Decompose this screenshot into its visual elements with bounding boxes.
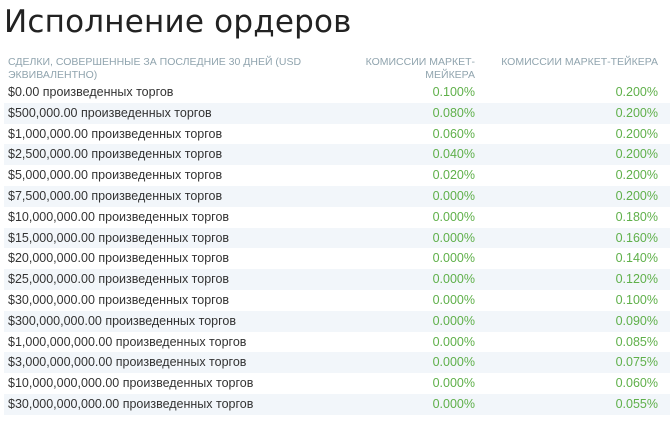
taker-fee-cell: 0.055%: [615, 396, 658, 411]
table-row: $300,000,000.00 произведенных торгов 0.0…: [4, 310, 670, 332]
taker-fee-cell: 0.160%: [615, 230, 658, 245]
volume-cell: $0.00 произведенных торгов: [8, 85, 174, 99]
volume-cell: $1,000,000,000.00 произведенных торгов: [8, 334, 247, 349]
volume-cell: $2,500,000.00 произведенных торгов: [8, 147, 223, 162]
taker-fee-cell: 0.060%: [615, 376, 658, 391]
table-row: $5,000,000.00 произведенных торгов 0.020…: [4, 165, 670, 186]
volume-cell: $500,000.00 произведенных торгов: [8, 105, 212, 120]
maker-fee-cell: 0.020%: [432, 168, 475, 183]
table-row: $1,000,000,000.00 произведенных торгов 0…: [4, 332, 670, 353]
table-row: $30,000,000.00 произведенных торгов 0.00…: [4, 290, 670, 311]
volume-cell: $7,500,000.00 произведенных торгов: [8, 188, 223, 203]
taker-fee-cell: 0.200%: [615, 126, 658, 141]
maker-fee-cell: 0.000%: [432, 334, 475, 349]
table-row: $2,500,000.00 произведенных торгов 0.040…: [4, 144, 670, 166]
taker-fee-cell: 0.200%: [615, 105, 658, 120]
volume-cell: $5,000,000.00 произведенных торгов: [8, 168, 223, 183]
maker-fee-cell: 0.000%: [432, 209, 475, 224]
maker-fee-cell: 0.000%: [432, 313, 475, 328]
table-row: $500,000.00 произведенных торгов 0.080% …: [4, 102, 670, 124]
maker-fee-cell: 0.000%: [432, 251, 475, 266]
table-row: $30,000,000,000.00 произведенных торгов …: [4, 393, 670, 415]
taker-fee-cell: 0.075%: [615, 355, 658, 370]
header-row: СДЕЛКИ, СОВЕРШЕННЫЕ ЗА ПОСЛЕДНИЕ 30 ДНЕЙ…: [4, 52, 670, 82]
taker-fee-cell: 0.200%: [615, 147, 658, 162]
table-row: $25,000,000.00 произведенных торгов 0.00…: [4, 269, 670, 290]
volume-cell: $30,000,000.00 произведенных торгов: [8, 292, 230, 307]
table-row: $1,000,000.00 произведенных торгов 0.060…: [4, 124, 670, 145]
table-row: $7,500,000.00 произведенных торгов 0.000…: [4, 185, 670, 207]
fee-table-body: $0.00 произведенных торгов 0.100% 0.200%…: [4, 82, 670, 415]
volume-cell: $3,000,000,000.00 произведенных торгов: [8, 355, 247, 370]
volume-cell: $25,000,000.00 произведенных торгов: [8, 272, 230, 287]
taker-fee-cell: 0.140%: [615, 251, 658, 266]
maker-fee-cell: 0.000%: [432, 292, 475, 307]
maker-fee-cell: 0.060%: [432, 126, 475, 141]
maker-fee-cell: 0.000%: [432, 272, 475, 287]
table-row: $10,000,000,000.00 произведенных торгов …: [4, 373, 670, 394]
fee-table: СДЕЛКИ, СОВЕРШЕННЫЕ ЗА ПОСЛЕДНИЕ 30 ДНЕЙ…: [4, 52, 670, 415]
table-row: $10,000,000.00 произведенных торгов 0.00…: [4, 207, 670, 228]
maker-fee-cell: 0.080%: [432, 105, 475, 120]
fee-table-header: СДЕЛКИ, СОВЕРШЕННЫЕ ЗА ПОСЛЕДНИЕ 30 ДНЕЙ…: [4, 52, 670, 82]
volume-cell: $30,000,000,000.00 произведенных торгов: [8, 396, 254, 411]
maker-fee-cell: 0.100%: [432, 85, 475, 99]
taker-fee-cell: 0.100%: [615, 292, 658, 307]
maker-fee-column-header: КОМИССИИ МАРКЕТ-МЕЙКЕРА: [365, 56, 475, 81]
table-row: $0.00 произведенных торгов 0.100% 0.200%: [4, 82, 670, 103]
table-row: $20,000,000.00 произведенных торгов 0.00…: [4, 248, 670, 269]
maker-fee-cell: 0.000%: [432, 230, 475, 245]
volume-cell: $15,000,000.00 произведенных торгов: [8, 230, 230, 245]
table-row: $15,000,000.00 произведенных торгов 0.00…: [4, 227, 670, 249]
taker-fee-cell: 0.085%: [615, 334, 658, 349]
taker-fee-cell: 0.120%: [615, 272, 658, 287]
maker-fee-cell: 0.000%: [432, 396, 475, 411]
volume-cell: $300,000,000.00 произведенных торгов: [8, 313, 237, 328]
volume-cell: $10,000,000,000.00 произведенных торгов: [8, 376, 254, 391]
taker-fee-cell: 0.090%: [615, 313, 658, 328]
maker-fee-cell: 0.000%: [432, 355, 475, 370]
volume-cell: $1,000,000.00 произведенных торгов: [8, 126, 223, 141]
taker-fee-cell: 0.180%: [615, 209, 658, 224]
volume-column-header: СДЕЛКИ, СОВЕРШЕННЫЕ ЗА ПОСЛЕДНИЕ 30 ДНЕЙ…: [8, 56, 302, 81]
volume-cell: $20,000,000.00 произведенных торгов: [8, 251, 230, 266]
maker-fee-cell: 0.040%: [432, 147, 475, 162]
taker-fee-column-header: КОМИССИИ МАРКЕТ-ТЕЙКЕРА: [501, 56, 658, 68]
page-title: Исполнение ордеров: [4, 4, 352, 40]
taker-fee-cell: 0.200%: [615, 188, 658, 203]
maker-fee-cell: 0.000%: [432, 188, 475, 203]
maker-fee-cell: 0.000%: [432, 376, 475, 391]
taker-fee-cell: 0.200%: [615, 85, 658, 99]
volume-cell: $10,000,000.00 произведенных торгов: [8, 209, 230, 224]
taker-fee-cell: 0.200%: [615, 168, 658, 183]
table-row: $3,000,000,000.00 произведенных торгов 0…: [4, 352, 670, 374]
